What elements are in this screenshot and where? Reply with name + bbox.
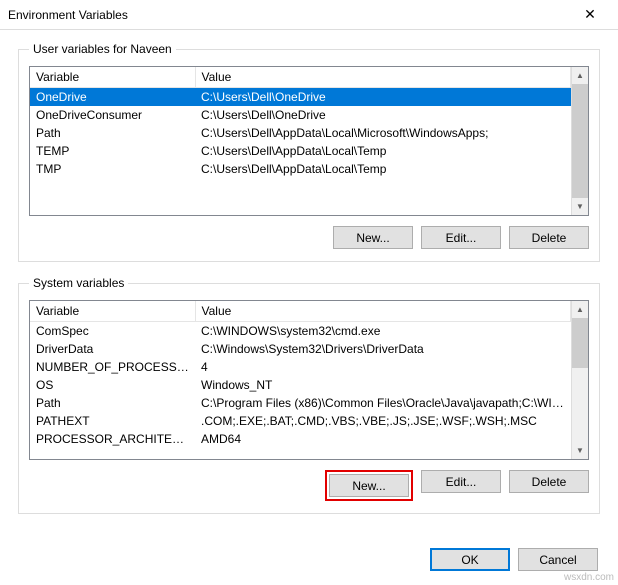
scroll-track[interactable] (572, 368, 588, 442)
variable-value: C:\Users\Dell\AppData\Local\Temp (195, 160, 571, 178)
scroll-thumb[interactable] (572, 318, 588, 368)
system-edit-button[interactable]: Edit... (421, 470, 501, 493)
highlight-annotation: New... (325, 470, 413, 501)
scroll-up-icon[interactable]: ▲ (572, 67, 588, 84)
dialog-content: User variables for Naveen Variable Value… (0, 30, 618, 540)
user-variables-list[interactable]: Variable Value OneDriveC:\Users\Dell\One… (29, 66, 589, 216)
system-button-row: New... Edit... Delete (29, 470, 589, 501)
variable-value: 4 (195, 358, 571, 376)
table-row[interactable]: DriverDataC:\Windows\System32\Drivers\Dr… (30, 340, 571, 358)
variable-name: TEMP (30, 142, 195, 160)
variable-name: TMP (30, 160, 195, 178)
table-row[interactable]: PROCESSOR_ARCHITECTUREAMD64 (30, 430, 571, 448)
variable-value: C:\WINDOWS\system32\cmd.exe (195, 322, 571, 340)
watermark: wsxdn.com (564, 572, 614, 583)
system-variables-list[interactable]: Variable Value ComSpecC:\WINDOWS\system3… (29, 300, 589, 460)
user-delete-button[interactable]: Delete (509, 226, 589, 249)
variable-value: C:\Users\Dell\AppData\Local\Microsoft\Wi… (195, 124, 571, 142)
table-row[interactable]: OneDriveC:\Users\Dell\OneDrive (30, 88, 571, 106)
variable-value: .COM;.EXE;.BAT;.CMD;.VBS;.VBE;.JS;.JSE;.… (195, 412, 571, 430)
variable-value: C:\Users\Dell\OneDrive (195, 106, 571, 124)
table-row[interactable]: PATHEXT.COM;.EXE;.BAT;.CMD;.VBS;.VBE;.JS… (30, 412, 571, 430)
variable-name: DriverData (30, 340, 195, 358)
ok-button[interactable]: OK (430, 548, 510, 571)
variable-name: PATHEXT (30, 412, 195, 430)
cancel-button[interactable]: Cancel (518, 548, 598, 571)
variable-name: OneDriveConsumer (30, 106, 195, 124)
scroll-down-icon[interactable]: ▼ (572, 442, 588, 459)
table-row[interactable]: PathC:\Program Files (x86)\Common Files\… (30, 394, 571, 412)
variable-value: C:\Windows\System32\Drivers\DriverData (195, 340, 571, 358)
scroll-thumb[interactable] (572, 84, 588, 198)
scrollbar[interactable]: ▲ ▼ (571, 301, 588, 459)
window-title: Environment Variables (8, 8, 570, 22)
scroll-up-icon[interactable]: ▲ (572, 301, 588, 318)
column-header-variable[interactable]: Variable (30, 301, 195, 322)
system-variables-legend: System variables (29, 276, 128, 290)
close-icon: ✕ (584, 6, 596, 23)
system-variables-group: System variables Variable Value ComSpecC… (18, 276, 600, 514)
column-header-variable[interactable]: Variable (30, 67, 195, 88)
user-button-row: New... Edit... Delete (29, 226, 589, 249)
system-new-button[interactable]: New... (329, 474, 409, 497)
table-row[interactable]: TMPC:\Users\Dell\AppData\Local\Temp (30, 160, 571, 178)
table-row[interactable]: NUMBER_OF_PROCESSORS4 (30, 358, 571, 376)
variable-value: AMD64 (195, 430, 571, 448)
table-row[interactable]: OneDriveConsumerC:\Users\Dell\OneDrive (30, 106, 571, 124)
scrollbar[interactable]: ▲ ▼ (571, 67, 588, 215)
column-header-value[interactable]: Value (195, 301, 571, 322)
variable-value: C:\Program Files (x86)\Common Files\Orac… (195, 394, 571, 412)
table-row[interactable]: PathC:\Users\Dell\AppData\Local\Microsof… (30, 124, 571, 142)
table-row[interactable]: OSWindows_NT (30, 376, 571, 394)
variable-name: NUMBER_OF_PROCESSORS (30, 358, 195, 376)
user-variables-group: User variables for Naveen Variable Value… (18, 42, 600, 262)
variable-name: ComSpec (30, 322, 195, 340)
variable-name: OneDrive (30, 88, 195, 106)
table-row[interactable]: ComSpecC:\WINDOWS\system32\cmd.exe (30, 322, 571, 340)
variable-name: Path (30, 124, 195, 142)
close-button[interactable]: ✕ (570, 1, 610, 29)
variable-name: PROCESSOR_ARCHITECTURE (30, 430, 195, 448)
user-new-button[interactable]: New... (333, 226, 413, 249)
system-delete-button[interactable]: Delete (509, 470, 589, 493)
scroll-down-icon[interactable]: ▼ (572, 198, 588, 215)
titlebar: Environment Variables ✕ (0, 0, 618, 30)
table-row[interactable]: TEMPC:\Users\Dell\AppData\Local\Temp (30, 142, 571, 160)
variable-name: Path (30, 394, 195, 412)
variable-value: C:\Users\Dell\OneDrive (195, 88, 571, 106)
user-variables-legend: User variables for Naveen (29, 42, 176, 56)
variable-value: C:\Users\Dell\AppData\Local\Temp (195, 142, 571, 160)
variable-name: OS (30, 376, 195, 394)
column-header-value[interactable]: Value (195, 67, 571, 88)
user-edit-button[interactable]: Edit... (421, 226, 501, 249)
dialog-footer: OK Cancel (0, 540, 618, 585)
variable-value: Windows_NT (195, 376, 571, 394)
